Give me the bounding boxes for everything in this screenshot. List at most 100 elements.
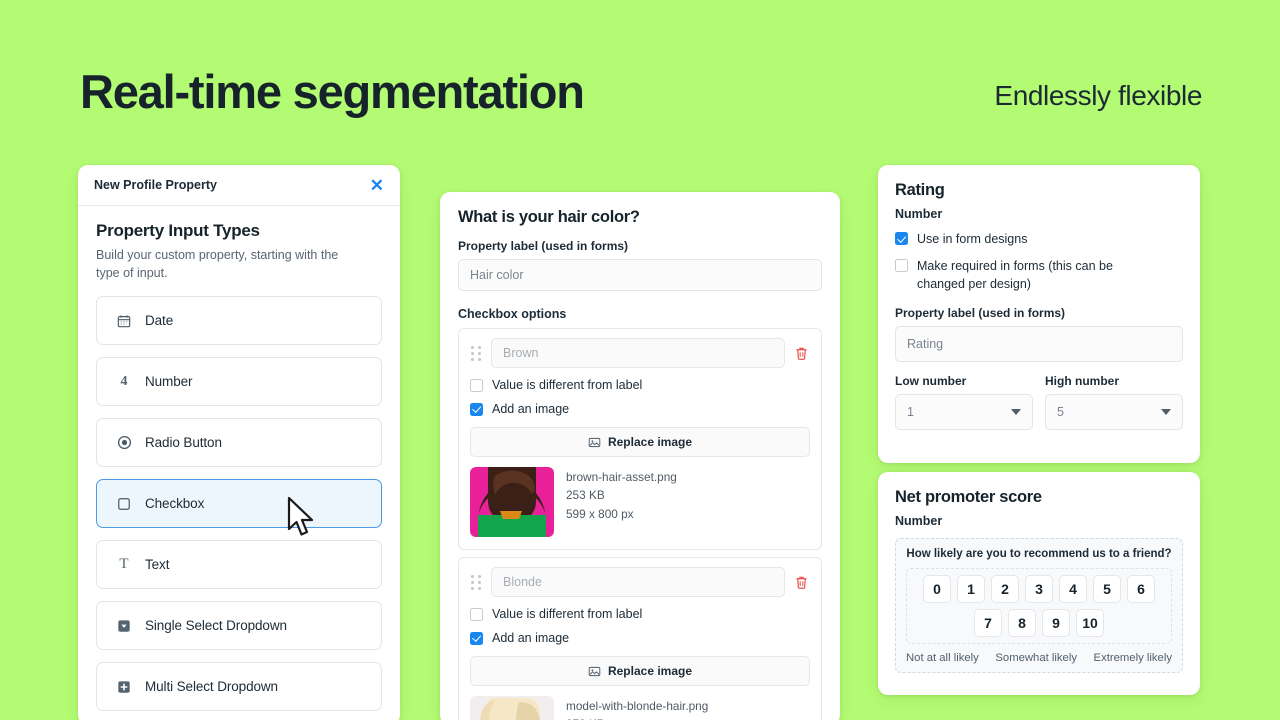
- input-type-checkbox[interactable]: Checkbox: [96, 479, 382, 529]
- add-image-row: Add an image: [470, 402, 810, 416]
- nps-preview-box: How likely are you to recommend us to a …: [895, 538, 1183, 673]
- nps-title: Net promoter score: [895, 488, 1042, 506]
- panel-header-title: New Profile Property: [94, 178, 217, 192]
- option-value-row: Blonde: [470, 567, 810, 597]
- input-type-single-select-dropdown[interactable]: Single Select Dropdown: [96, 601, 382, 651]
- nps-number-button[interactable]: 2: [991, 575, 1019, 603]
- page-root: Real-time segmentation Endlessly flexibl…: [0, 0, 1280, 720]
- input-type-multi-select-dropdown[interactable]: Multi Select Dropdown: [96, 662, 382, 712]
- input-type-text[interactable]: T Text: [96, 540, 382, 590]
- add-image-label: Add an image: [492, 402, 570, 416]
- net-promoter-score-panel: Net promoter score Number How likely are…: [878, 472, 1200, 695]
- use-in-form-designs-checkbox[interactable]: [895, 232, 908, 245]
- input-type-date[interactable]: Date: [96, 296, 382, 346]
- nps-number-button[interactable]: 8: [1008, 609, 1036, 637]
- image-icon: [588, 665, 601, 678]
- replace-image-button[interactable]: Replace image: [470, 656, 810, 686]
- add-image-checkbox[interactable]: [470, 402, 483, 416]
- asset-meta: brown-hair-asset.png 253 KB 599 x 800 px: [566, 467, 677, 537]
- rating-property-label-input[interactable]: Rating: [895, 326, 1183, 363]
- calendar-icon: [116, 313, 132, 329]
- input-type-label: Radio Button: [145, 435, 222, 451]
- nps-number-button[interactable]: 5: [1093, 575, 1121, 603]
- value-differs-checkbox[interactable]: [470, 607, 483, 621]
- nps-question: How likely are you to recommend us to a …: [906, 548, 1172, 560]
- low-number-label: Low number: [895, 374, 967, 389]
- delete-option-icon[interactable]: [794, 346, 810, 361]
- replace-image-label: Replace image: [607, 435, 693, 449]
- asset-size: 253 KB: [566, 488, 605, 503]
- nps-number-button[interactable]: 3: [1025, 575, 1053, 603]
- make-required-checkbox[interactable]: [895, 259, 908, 273]
- asset-row: model-with-blonde-hair.png 878 KB 599 x …: [470, 696, 810, 720]
- nps-number-button[interactable]: 9: [1042, 609, 1070, 637]
- close-icon[interactable]: ✕: [370, 177, 384, 194]
- nps-number-button[interactable]: 6: [1127, 575, 1155, 603]
- rating-title: Rating: [895, 181, 945, 199]
- nps-legend-mid: Somewhat likely: [995, 652, 1077, 664]
- radio-button-icon: [116, 435, 132, 451]
- rating-property-panel: Rating Number Use in form designs Make r…: [878, 165, 1200, 463]
- value-differs-row: Value is different from label: [470, 378, 810, 392]
- drag-handle-icon[interactable]: [470, 345, 482, 361]
- chevron-down-icon: [1161, 409, 1171, 416]
- rating-property-label-caption: Property label (used in forms): [895, 306, 1066, 321]
- asset-thumbnail-brown-hair: [470, 467, 554, 537]
- nps-scale-row-1: 0 1 2 3 4 5 6: [912, 575, 1166, 603]
- input-type-number[interactable]: 4 Number: [96, 357, 382, 407]
- add-image-label: Add an image: [492, 631, 570, 645]
- single-select-icon: [116, 618, 132, 634]
- nps-subtitle: Number: [895, 514, 943, 528]
- option-value-input[interactable]: Brown: [491, 338, 785, 368]
- checkbox-option-block: Brown Value is different from label Add …: [458, 328, 822, 550]
- delete-option-icon[interactable]: [794, 575, 810, 590]
- input-type-label: Number: [145, 374, 193, 390]
- property-input-types-description: Build your custom property, starting wit…: [96, 248, 339, 281]
- page-subtitle: Endlessly flexible: [994, 80, 1202, 111]
- nps-number-button[interactable]: 0: [923, 575, 951, 603]
- nps-panel-body: Net promoter score Number How likely are…: [878, 472, 1200, 673]
- number-range-row: Low number 1 High number 5: [895, 374, 1183, 431]
- input-type-radio-button[interactable]: Radio Button: [96, 418, 382, 468]
- add-image-checkbox[interactable]: [470, 631, 483, 645]
- replace-image-label: Replace image: [607, 664, 693, 678]
- panel-header: New Profile Property ✕: [78, 165, 400, 206]
- use-in-forms-row: Use in form designs: [895, 230, 1183, 248]
- property-label-caption: Property label (used in forms): [458, 239, 629, 253]
- asset-dimensions: 599 x 800 px: [566, 506, 634, 521]
- nps-number-button[interactable]: 4: [1059, 575, 1087, 603]
- nps-legend: Not at all likely Somewhat likely Extrem…: [906, 652, 1172, 664]
- input-type-label: Text: [145, 557, 170, 573]
- middle-panel-body: What is your hair color? Property label …: [440, 192, 840, 720]
- input-type-label: Multi Select Dropdown: [145, 679, 278, 695]
- low-number-select[interactable]: 1: [895, 394, 1033, 431]
- low-number-col: Low number 1: [895, 374, 1033, 431]
- replace-image-button[interactable]: Replace image: [470, 427, 810, 457]
- nps-number-button[interactable]: 1: [957, 575, 985, 603]
- hair-color-property-panel: What is your hair color? Property label …: [440, 192, 840, 720]
- drag-handle-icon[interactable]: [470, 574, 482, 590]
- asset-thumbnail-blonde-hair: [470, 696, 554, 720]
- use-in-form-designs-label: Use in form designs: [917, 232, 1028, 246]
- nps-scale: 0 1 2 3 4 5 6 7 8 9 10: [906, 568, 1172, 644]
- checkbox-icon: [116, 496, 132, 512]
- text-t-icon: T: [119, 556, 129, 573]
- nps-scale-row-2: 7 8 9 10: [912, 609, 1166, 637]
- checkbox-option-block: Blonde Value is different from label Add…: [458, 557, 822, 720]
- panel-body: Property Input Types Build your custom p…: [78, 206, 400, 712]
- input-type-label: Date: [145, 313, 174, 329]
- make-required-label: Make required in forms (this can be chan…: [917, 259, 1113, 292]
- nps-number-button[interactable]: 7: [974, 609, 1002, 637]
- high-number-select[interactable]: 5: [1045, 394, 1183, 431]
- property-label-input[interactable]: Hair color: [458, 259, 822, 291]
- value-differs-label: Value is different from label: [492, 607, 643, 621]
- input-type-label: Checkbox: [145, 496, 205, 512]
- value-differs-checkbox[interactable]: [470, 378, 483, 392]
- high-number-label: High number: [1045, 374, 1119, 389]
- chevron-down-icon: [1011, 409, 1021, 416]
- nps-number-button[interactable]: 10: [1076, 609, 1104, 637]
- asset-meta: model-with-blonde-hair.png 878 KB 599 x …: [566, 696, 708, 720]
- make-required-row: Make required in forms (this can be chan…: [895, 257, 1183, 293]
- option-value-input[interactable]: Blonde: [491, 567, 785, 597]
- hair-color-question-title: What is your hair color?: [458, 208, 640, 226]
